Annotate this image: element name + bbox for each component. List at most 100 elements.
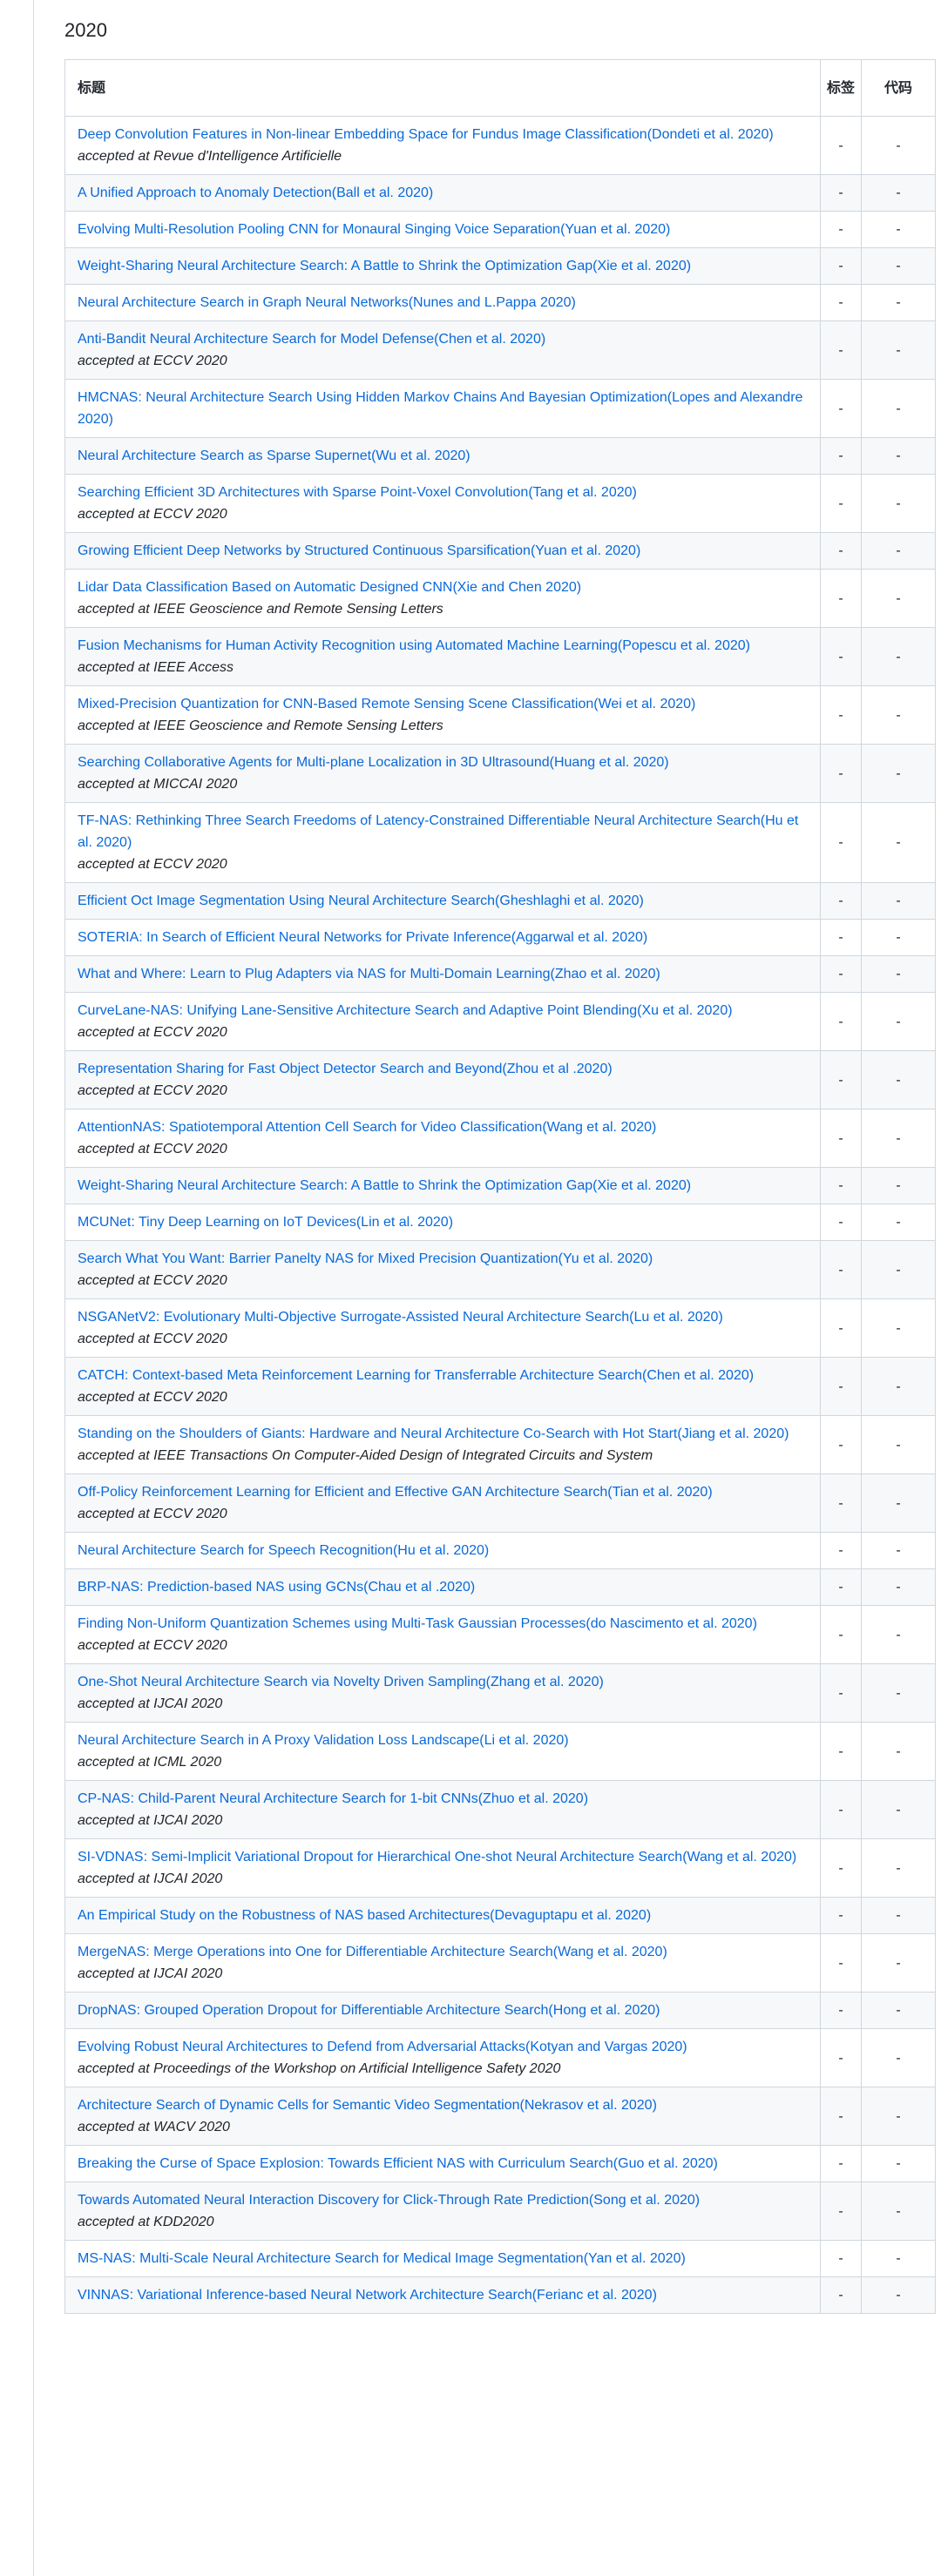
acceptance-note: accepted at IJCAI 2020	[78, 1966, 223, 1981]
acceptance-note: accepted at ECCV 2020	[78, 354, 227, 368]
table-row: Neural Architecture Search in A Proxy Va…	[64, 1722, 936, 1781]
table-row: One-Shot Neural Architecture Search via …	[64, 1663, 936, 1723]
paper-title-link[interactable]: Representation Sharing for Fast Object D…	[78, 1058, 808, 1080]
table-row: DropNAS: Grouped Operation Dropout for D…	[64, 1992, 936, 2029]
paper-title-link[interactable]: Growing Efficient Deep Networks by Struc…	[78, 540, 808, 562]
code-cell: -	[861, 1109, 936, 1168]
paper-title-link[interactable]: Standing on the Shoulders of Giants: Har…	[78, 1423, 808, 1445]
acceptance-note: accepted at IJCAI 2020	[78, 1813, 223, 1828]
table-row: SI-VDNAS: Semi-Implicit Variational Drop…	[64, 1838, 936, 1898]
paper-title-link[interactable]: SI-VDNAS: Semi-Implicit Variational Drop…	[78, 1846, 808, 1868]
tags-cell: -	[820, 2028, 862, 2087]
paper-title-link[interactable]: Evolving Multi-Resolution Pooling CNN fo…	[78, 219, 808, 240]
tags-cell: -	[820, 1415, 862, 1474]
title-cell: CurveLane-NAS: Unifying Lane-Sensitive A…	[64, 992, 821, 1051]
table-row: HMCNAS: Neural Architecture Search Using…	[64, 379, 936, 438]
paper-title-link[interactable]: Evolving Robust Neural Architectures to …	[78, 2036, 808, 2058]
table-row: Deep Convolution Features in Non-linear …	[64, 116, 936, 175]
paper-title-link[interactable]: Neural Architecture Search in Graph Neur…	[78, 292, 808, 314]
paper-title-link[interactable]: Efficient Oct Image Segmentation Using N…	[78, 890, 808, 912]
title-cell: Mixed-Precision Quantization for CNN-Bas…	[64, 685, 821, 745]
paper-title-link[interactable]: MergeNAS: Merge Operations into One for …	[78, 1941, 808, 1963]
table-row: Weight-Sharing Neural Architecture Searc…	[64, 247, 936, 285]
tags-cell: -	[820, 1204, 862, 1241]
title-cell: Towards Automated Neural Interaction Dis…	[64, 2182, 821, 2241]
paper-title-link[interactable]: SOTERIA: In Search of Efficient Neural N…	[78, 927, 808, 948]
title-cell: An Empirical Study on the Robustness of …	[64, 1897, 821, 1934]
paper-title-link[interactable]: TF-NAS: Rethinking Three Search Freedoms…	[78, 810, 808, 853]
code-cell: -	[861, 320, 936, 380]
paper-title-link[interactable]: Breaking the Curse of Space Explosion: T…	[78, 2153, 808, 2175]
paper-title-link[interactable]: CP-NAS: Child-Parent Neural Architecture…	[78, 1788, 808, 1810]
paper-title-link[interactable]: CATCH: Context-based Meta Reinforcement …	[78, 1365, 808, 1386]
paper-title-link[interactable]: Searching Collaborative Agents for Multi…	[78, 752, 808, 773]
acceptance-note: accepted at IEEE Transactions On Compute…	[78, 1448, 653, 1463]
paper-title-link[interactable]: CurveLane-NAS: Unifying Lane-Sensitive A…	[78, 1000, 808, 1022]
table-row: Architecture Search of Dynamic Cells for…	[64, 2087, 936, 2146]
paper-title-link[interactable]: MS-NAS: Multi-Scale Neural Architecture …	[78, 2248, 808, 2269]
table-row: SOTERIA: In Search of Efficient Neural N…	[64, 919, 936, 956]
tags-cell: -	[820, 1897, 862, 1934]
table-header-row: 标题 标签 代码	[64, 59, 936, 117]
code-cell: -	[861, 2145, 936, 2182]
code-cell: -	[861, 802, 936, 883]
paper-title-link[interactable]: One-Shot Neural Architecture Search via …	[78, 1671, 808, 1693]
code-cell: -	[861, 1663, 936, 1723]
paper-title-link[interactable]: Architecture Search of Dynamic Cells for…	[78, 2094, 808, 2116]
paper-title-link[interactable]: Weight-Sharing Neural Architecture Searc…	[78, 255, 808, 277]
table-row: Mixed-Precision Quantization for CNN-Bas…	[64, 685, 936, 745]
table-row: Searching Efficient 3D Architectures wit…	[64, 474, 936, 533]
code-cell: -	[861, 1415, 936, 1474]
paper-title-link[interactable]: Off-Policy Reinforcement Learning for Ef…	[78, 1481, 808, 1503]
paper-title-link[interactable]: Neural Architecture Search for Speech Re…	[78, 1540, 808, 1561]
acceptance-note: accepted at ECCV 2020	[78, 1638, 227, 1653]
paper-title-link[interactable]: Finding Non-Uniform Quantization Schemes…	[78, 1613, 808, 1635]
title-cell: Weight-Sharing Neural Architecture Searc…	[64, 247, 821, 285]
paper-title-link[interactable]: A Unified Approach to Anomaly Detection(…	[78, 182, 808, 204]
tags-cell: -	[820, 116, 862, 175]
paper-title-link[interactable]: MCUNet: Tiny Deep Learning on IoT Device…	[78, 1211, 808, 1233]
tags-cell: -	[820, 627, 862, 686]
table-row: Fusion Mechanisms for Human Activity Rec…	[64, 627, 936, 686]
title-cell: NSGANetV2: Evolutionary Multi-Objective …	[64, 1298, 821, 1358]
tags-cell: -	[820, 1568, 862, 1606]
tags-cell: -	[820, 744, 862, 803]
paper-title-link[interactable]: HMCNAS: Neural Architecture Search Using…	[78, 387, 808, 430]
title-cell: AttentionNAS: Spatiotemporal Attention C…	[64, 1109, 821, 1168]
title-cell: Neural Architecture Search for Speech Re…	[64, 1532, 821, 1569]
table-row: Anti-Bandit Neural Architecture Search f…	[64, 320, 936, 380]
paper-title-link[interactable]: Lidar Data Classification Based on Autom…	[78, 577, 808, 598]
paper-title-link[interactable]: Neural Architecture Search in A Proxy Va…	[78, 1730, 808, 1751]
paper-title-link[interactable]: Neural Architecture Search as Sparse Sup…	[78, 445, 808, 467]
code-cell: -	[861, 919, 936, 956]
tags-cell: -	[820, 1109, 862, 1168]
title-cell: Off-Policy Reinforcement Learning for Ef…	[64, 1473, 821, 1533]
paper-title-link[interactable]: Search What You Want: Barrier Panelty NA…	[78, 1248, 808, 1270]
paper-title-link[interactable]: What and Where: Learn to Plug Adapters v…	[78, 963, 808, 985]
paper-title-link[interactable]: DropNAS: Grouped Operation Dropout for D…	[78, 1999, 808, 2021]
paper-title-link[interactable]: Weight-Sharing Neural Architecture Searc…	[78, 1175, 808, 1197]
paper-title-link[interactable]: Anti-Bandit Neural Architecture Search f…	[78, 328, 808, 350]
code-cell: -	[861, 437, 936, 475]
tags-cell: -	[820, 2240, 862, 2277]
table-row: A Unified Approach to Anomaly Detection(…	[64, 174, 936, 212]
paper-title-link[interactable]: NSGANetV2: Evolutionary Multi-Objective …	[78, 1306, 808, 1328]
paper-title-link[interactable]: Deep Convolution Features in Non-linear …	[78, 124, 808, 145]
paper-title-link[interactable]: An Empirical Study on the Robustness of …	[78, 1905, 808, 1926]
paper-title-link[interactable]: Mixed-Precision Quantization for CNN-Bas…	[78, 693, 808, 715]
tags-cell: -	[820, 1240, 862, 1299]
tags-cell: -	[820, 919, 862, 956]
header-code: 代码	[861, 59, 936, 117]
tags-cell: -	[820, 1473, 862, 1533]
tags-cell: -	[820, 174, 862, 212]
paper-title-link[interactable]: AttentionNAS: Spatiotemporal Attention C…	[78, 1116, 808, 1138]
paper-title-link[interactable]: Fusion Mechanisms for Human Activity Rec…	[78, 635, 808, 657]
tags-cell: -	[820, 1050, 862, 1109]
acceptance-note: accepted at ECCV 2020	[78, 1142, 227, 1157]
code-cell: -	[861, 1780, 936, 1839]
paper-title-link[interactable]: Towards Automated Neural Interaction Dis…	[78, 2189, 808, 2211]
paper-title-link[interactable]: BRP-NAS: Prediction-based NAS using GCNs…	[78, 1576, 808, 1598]
acceptance-note: accepted at ECCV 2020	[78, 1507, 227, 1521]
paper-title-link[interactable]: VINNAS: Variational Inference-based Neur…	[78, 2284, 808, 2306]
paper-title-link[interactable]: Searching Efficient 3D Architectures wit…	[78, 482, 808, 503]
